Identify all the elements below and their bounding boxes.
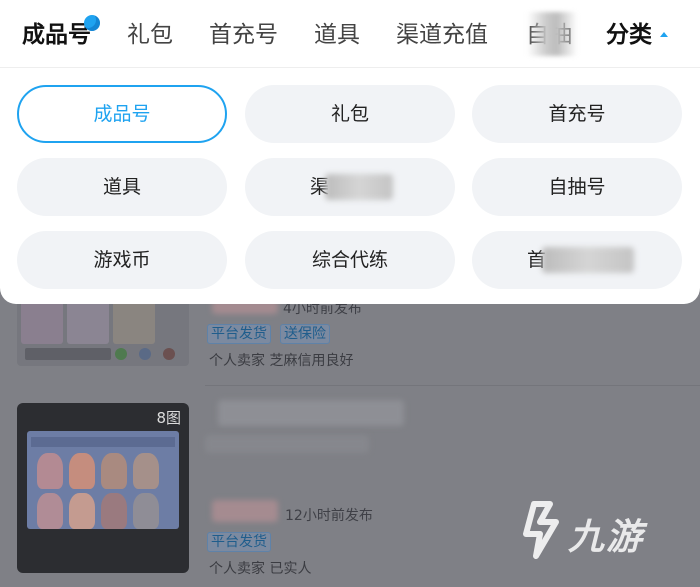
option-label: 道具 [102,176,141,198]
option-label: 礼包 [330,103,369,125]
option-label: 成品号 [93,103,151,125]
option-shou[interactable]: 首 [472,231,682,289]
redacted-title [218,400,404,426]
redacted-mosaic [542,247,634,273]
tab-daoju[interactable]: 道具 [314,20,360,50]
redacted-mosaic [325,174,393,200]
option-label: 综合代练 [311,249,388,271]
image-count-badge: 8图 [156,409,181,427]
tag-badge: 送保险 [280,324,330,344]
option-chengpinhao[interactable]: 成品号 [17,85,227,143]
tab-qudao-chongzhi[interactable]: 渠道充值 [396,20,488,50]
option-label: 自抽号 [548,176,606,198]
redacted-subtitle [205,435,369,453]
caret-up-icon[interactable] [660,32,668,37]
divider [205,385,700,386]
option-daoju[interactable]: 道具 [17,158,227,216]
tag-badge: 平台发货 [207,324,271,344]
seller-info: 个人卖家 芝麻信用良好 [209,353,354,369]
tab-chengpinhao[interactable]: 成品号 [22,20,91,50]
option-youxibi[interactable]: 游戏币 [17,231,227,289]
option-zichouhao[interactable]: 自抽号 [472,158,682,216]
top-tab-bar: 成品号 礼包 首充号 道具 渠道充值 自抽 分类 [0,0,700,68]
option-label: 游戏币 [93,249,151,271]
seller-info: 个人卖家 已实人 [209,561,312,577]
jiuyou-logo-icon [523,501,559,559]
listing-thumbnail[interactable]: 8图 [17,403,189,573]
category-dropdown: 成品号 礼包 首充号 道具 渠 自抽号 游戏币 综合代练 首 [0,68,700,304]
listing-thumbnail[interactable] [17,300,189,366]
category-button[interactable]: 分类 [606,20,652,50]
option-zonghe-dailian[interactable]: 综合代练 [245,231,455,289]
tag-badge: 平台发货 [207,532,271,552]
option-shouchonghao[interactable]: 首充号 [472,85,682,143]
game-screenshot [27,431,179,529]
tab-libao[interactable]: 礼包 [127,20,173,50]
tab-shouchonghao[interactable]: 首充号 [209,20,278,50]
jiuyou-watermark: 九游 [520,500,642,564]
option-label: 首充号 [548,103,606,125]
posted-time: 12小时前发布 [285,508,373,524]
tab-fade-mask [527,12,577,56]
watermark-text: 九游 [568,517,645,558]
redacted-price [212,500,278,522]
option-libao[interactable]: 礼包 [245,85,455,143]
notification-dot-icon [84,15,100,31]
option-qudao[interactable]: 渠 [245,158,455,216]
